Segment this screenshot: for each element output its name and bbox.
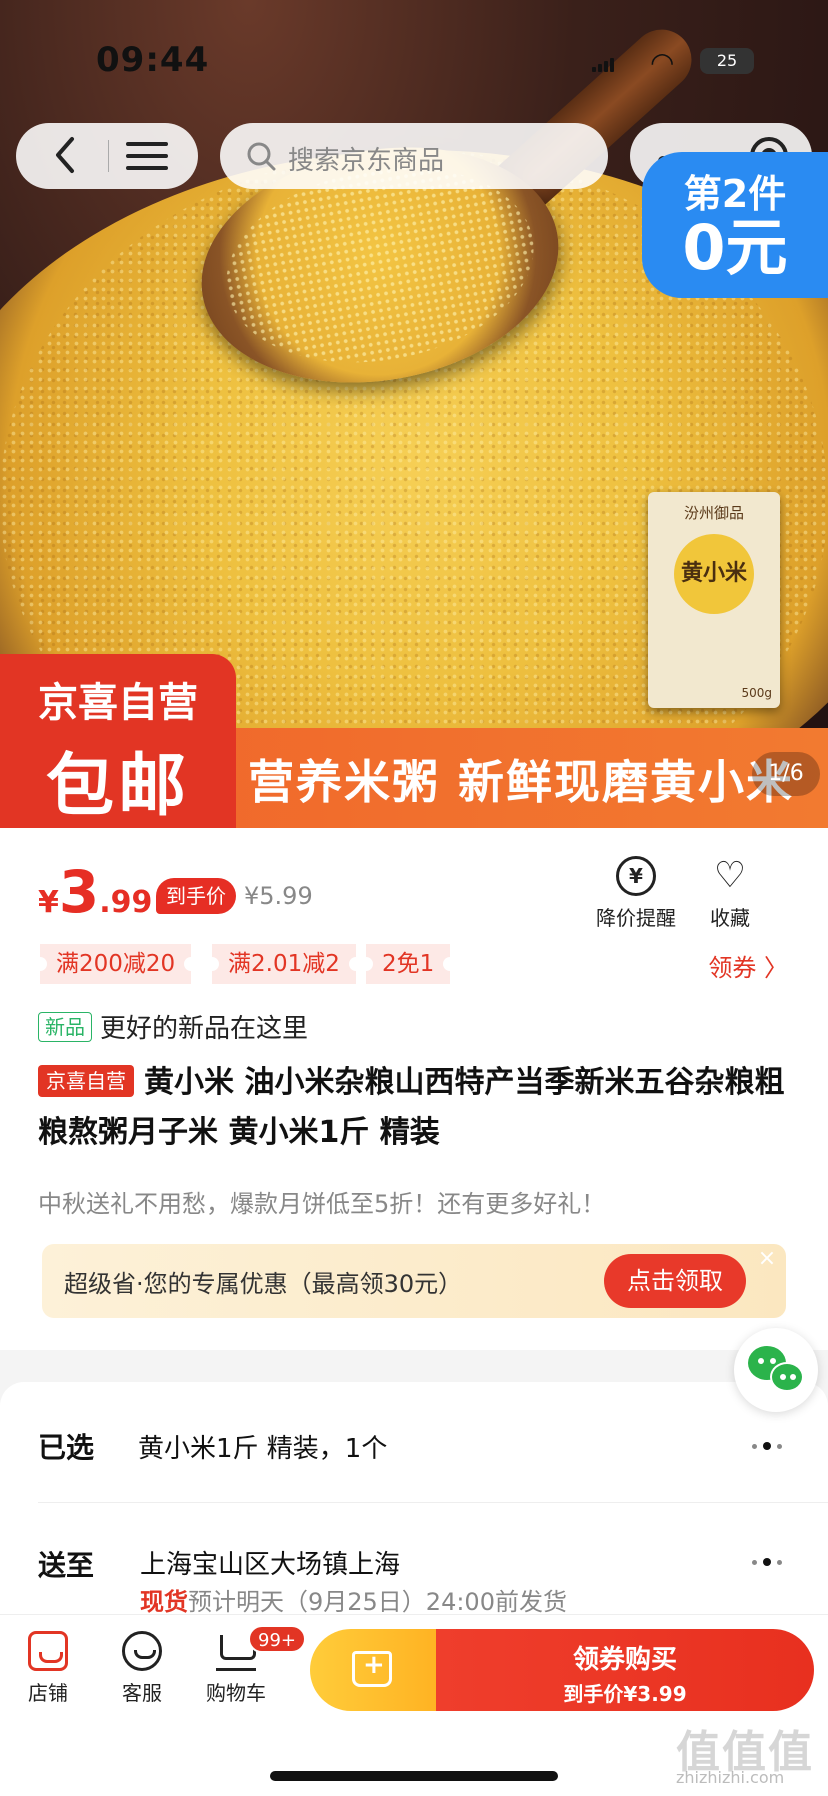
service-label: 客服 [122, 1681, 162, 1705]
buy-label: 领券购买 [572, 1645, 677, 1675]
status-time: 09:44 [96, 40, 210, 80]
delivery-estimate: 现货预计明天（9月25日）24:00前发货 [140, 1582, 567, 1617]
selection-section: 已选 黄小米1斤 精装，1个 送至 上海宝山区大场镇上海 现货预计明天（9月25… [0, 1382, 828, 1642]
promo-line1: 第2件 [683, 172, 787, 216]
back-arrow-icon[interactable] [50, 135, 80, 175]
new-product-text: 更好的新品在这里 [100, 1014, 309, 1044]
signal-icon [592, 58, 614, 72]
price-integer: 3 [58, 858, 100, 926]
address-more-icon[interactable] [752, 1558, 788, 1566]
search-placeholder: 搜索京东商品 [288, 146, 445, 176]
row-divider [38, 1502, 828, 1503]
package-weight: 500g [741, 686, 772, 700]
current-price: ¥3.99 [38, 858, 152, 926]
favorite-button[interactable]: ♡ 收藏 [710, 856, 750, 931]
purchase-buttons: 领券购买 到手价¥3.99 [310, 1629, 814, 1711]
watermark-url: zhizhizhi.com [676, 1768, 785, 1787]
store-tag-line1: 京喜自营 [38, 680, 198, 726]
cart-count-badge: 99+ [248, 1625, 306, 1653]
ship-to-label: 送至 [38, 1549, 95, 1582]
get-coupon-link[interactable]: 领券 〉 [708, 948, 788, 983]
ship-address[interactable]: 上海宝山区大场镇上海 [140, 1544, 400, 1581]
product-title: 京喜自营 黄小米 油小米杂粮山西特产当季新米五谷杂粮粗粮熬粥月子米 黄小米1斤 精… [38, 1058, 798, 1158]
more-options-icon[interactable] [752, 1442, 788, 1450]
wechat-icon-back [770, 1362, 804, 1392]
store-badge: 京喜自营 [38, 1065, 134, 1097]
status-bar: 09:44 ◠ 25 [0, 40, 828, 80]
stock-status: 现货 [140, 1588, 188, 1616]
selected-value[interactable]: 黄小米1斤 精装，1个 [138, 1428, 387, 1465]
coupon-chip[interactable]: 2免1 [358, 944, 458, 984]
super-save-text: 超级省·您的专属优惠（最高领30元） [64, 1270, 463, 1298]
new-tag: 新品 [38, 1011, 92, 1042]
slogan-text: 营养米粥 新鲜现磨黄小米 [248, 755, 795, 809]
customer-service-icon [122, 1631, 162, 1671]
jingxi-free-shipping-tag: 京喜自营 包邮 [0, 654, 236, 828]
home-indicator [270, 1771, 558, 1781]
heart-plus-icon: ♡ [713, 855, 747, 896]
price-decimal: .99 [99, 885, 153, 920]
product-title-text: 黄小米 油小米杂粮山西特产当季新米五谷杂粮粗粮熬粥月子米 黄小米1斤 精装 [38, 1065, 785, 1150]
shop-label: 店铺 [28, 1681, 68, 1705]
menu-icon[interactable] [126, 142, 168, 170]
new-product-row[interactable]: 新品 更好的新品在这里 [38, 1008, 308, 1044]
shop-tab[interactable]: 店铺 [8, 1631, 88, 1706]
claim-button[interactable]: 点击领取 [604, 1254, 746, 1308]
second-item-free-badge: 第2件 0元 [642, 152, 828, 298]
selected-label: 已选 [38, 1431, 95, 1464]
wifi-icon: ◠ [650, 46, 675, 79]
search-bar[interactable]: 搜索京东商品 [220, 123, 608, 189]
package-brand: 汾州御品 [683, 504, 744, 522]
nav-back-menu-pill [16, 123, 198, 189]
product-info-section: ¥3.99 到手价 ¥5.99 ¥ 降价提醒 ♡ 收藏 满200减20 满2.0… [0, 828, 828, 1350]
store-tag-line2: 包邮 [45, 747, 190, 826]
price-alert-icon: ¥ [616, 856, 656, 896]
super-save-banner: 超级省·您的专属优惠（最高领30元） 点击领取 × [42, 1244, 786, 1318]
coupon-chip[interactable]: 满2.01减2 [205, 944, 363, 984]
search-icon [247, 142, 276, 171]
carousel-page-indicator: 1/6 [752, 752, 820, 796]
price-currency: ¥ [38, 885, 59, 920]
coupon-chip[interactable]: 满200减20 [32, 944, 199, 984]
promo-line2: 0元 [682, 211, 788, 284]
add-to-cart-button[interactable] [310, 1629, 436, 1711]
product-image-carousel[interactable]: 09:44 ◠ 25 搜索京东商品 第2件 0元 汾州御品 黄小米 500g 营… [0, 0, 828, 828]
coupon-buy-button[interactable]: 领券购买 到手价¥3.99 [436, 1629, 814, 1711]
cart-label: 购物车 [206, 1681, 266, 1705]
promo-subtitle: 中秋送礼不用愁，爆款月饼低至5折！还有更多好礼！ [38, 1190, 606, 1218]
favorite-label: 收藏 [710, 906, 750, 930]
price-alert-button[interactable]: ¥ 降价提醒 [596, 856, 676, 931]
package-name: 黄小米 [674, 534, 754, 614]
buy-final-price: 到手价¥3.99 [563, 1682, 687, 1706]
price-alert-label: 降价提醒 [596, 906, 676, 930]
wechat-share-button[interactable] [734, 1328, 818, 1412]
battery-icon: 25 [700, 48, 754, 74]
add-cart-icon [352, 1650, 392, 1687]
final-price-badge: 到手价 [156, 878, 236, 914]
original-price: ¥5.99 [244, 882, 313, 910]
pill-divider [108, 140, 109, 172]
product-package-image: 汾州御品 黄小米 500g [648, 492, 780, 708]
delivery-text: 预计明天（9月25日）24:00前发货 [188, 1588, 567, 1616]
shop-icon [28, 1631, 68, 1671]
customer-service-tab[interactable]: 客服 [102, 1631, 182, 1706]
close-icon[interactable]: × [754, 1246, 780, 1272]
